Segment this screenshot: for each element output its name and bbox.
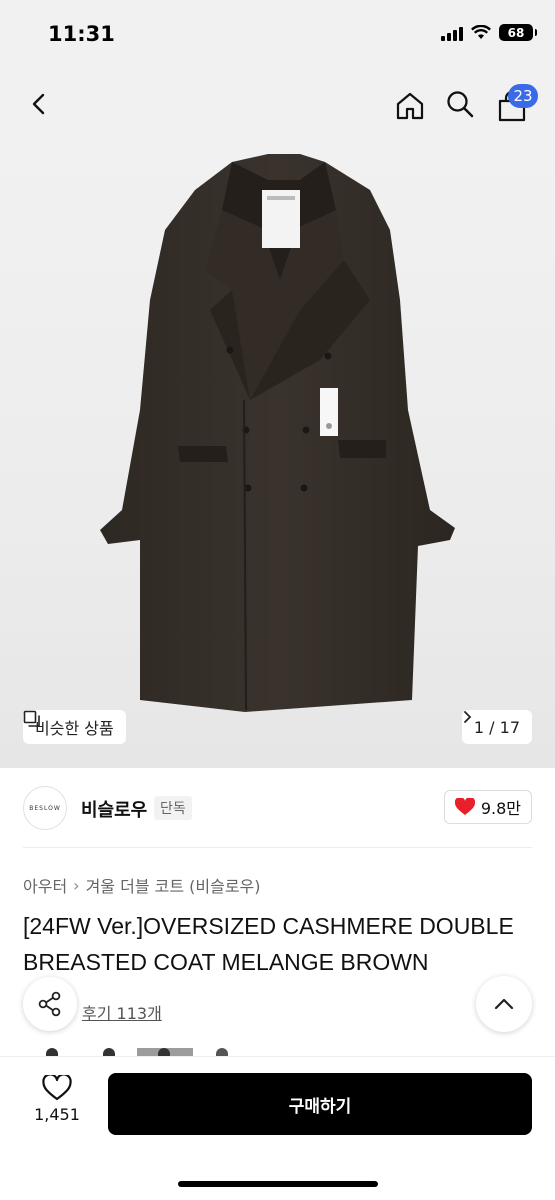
chevron-right-icon — [463, 711, 472, 723]
page-counter-text: 1 / 17 — [473, 717, 520, 737]
thumbnail-strip — [0, 1048, 555, 1056]
product-title: [24FW Ver.]OVERSIZED CASHMERE DOUBLE BRE… — [23, 913, 514, 975]
wishlist-count: 1,451 — [34, 1105, 80, 1124]
similar-products-label: 비슷한 상품 — [35, 719, 114, 738]
heart-outline-icon — [42, 1075, 72, 1101]
home-icon — [396, 92, 424, 120]
battery-icon: 68 — [499, 24, 537, 41]
similar-icon — [23, 710, 40, 727]
brand-logo[interactable]: BESLOW — [23, 786, 67, 830]
cellular-signal-icon — [441, 25, 463, 41]
product-image-gallery[interactable]: 비슷한 상품 1 / 17 — [0, 150, 555, 768]
cart-count-badge: 23 — [508, 84, 538, 108]
status-time: 11:31 — [48, 22, 115, 46]
home-indicator — [178, 1181, 378, 1187]
search-icon — [447, 91, 474, 118]
chevron-right-icon: › — [73, 875, 80, 895]
brand-name[interactable]: 비슬로우 — [81, 796, 147, 822]
home-button[interactable] — [388, 84, 432, 128]
breadcrumb-subcategory[interactable]: 겨울 더블 코트 (비슬로우) — [86, 873, 261, 897]
share-button[interactable] — [23, 977, 77, 1031]
heart-icon — [454, 798, 475, 815]
product-photo — [100, 154, 455, 712]
status-bar: 11:31 68 — [0, 0, 555, 60]
buy-button[interactable]: 구매하기 — [108, 1073, 532, 1135]
brand-like-button[interactable]: 9.8만 — [443, 790, 532, 824]
status-icons: 68 — [441, 24, 537, 41]
header-nav — [0, 60, 555, 150]
breadcrumb-category[interactable]: 아우터 — [23, 873, 67, 897]
exclusive-tag: 단독 — [154, 796, 192, 820]
wifi-icon — [471, 25, 491, 39]
search-button[interactable] — [438, 82, 482, 126]
section-divider — [23, 847, 532, 848]
chevron-up-icon — [494, 998, 514, 1010]
brand-logo-text: BESLOW — [29, 804, 61, 812]
back-button[interactable] — [18, 82, 62, 126]
back-icon — [32, 93, 45, 115]
brand-row: BESLOW 비슬로우 단독 9.8만 — [0, 782, 555, 840]
scroll-to-top-button[interactable] — [476, 976, 532, 1032]
share-icon — [38, 991, 61, 1017]
wishlist-button[interactable]: 1,451 — [26, 1075, 88, 1135]
image-page-counter[interactable]: 1 / 17 — [461, 710, 532, 744]
bottom-action-bar: 1,451 구매하기 — [0, 1056, 555, 1200]
breadcrumb: 아우터 › 겨울 더블 코트 (비슬로우) — [23, 873, 261, 897]
brand-like-count: 9.8만 — [480, 799, 521, 818]
review-link[interactable]: 후기 113개 — [82, 1000, 162, 1024]
similar-products-button[interactable]: 비슷한 상품 — [23, 710, 126, 744]
